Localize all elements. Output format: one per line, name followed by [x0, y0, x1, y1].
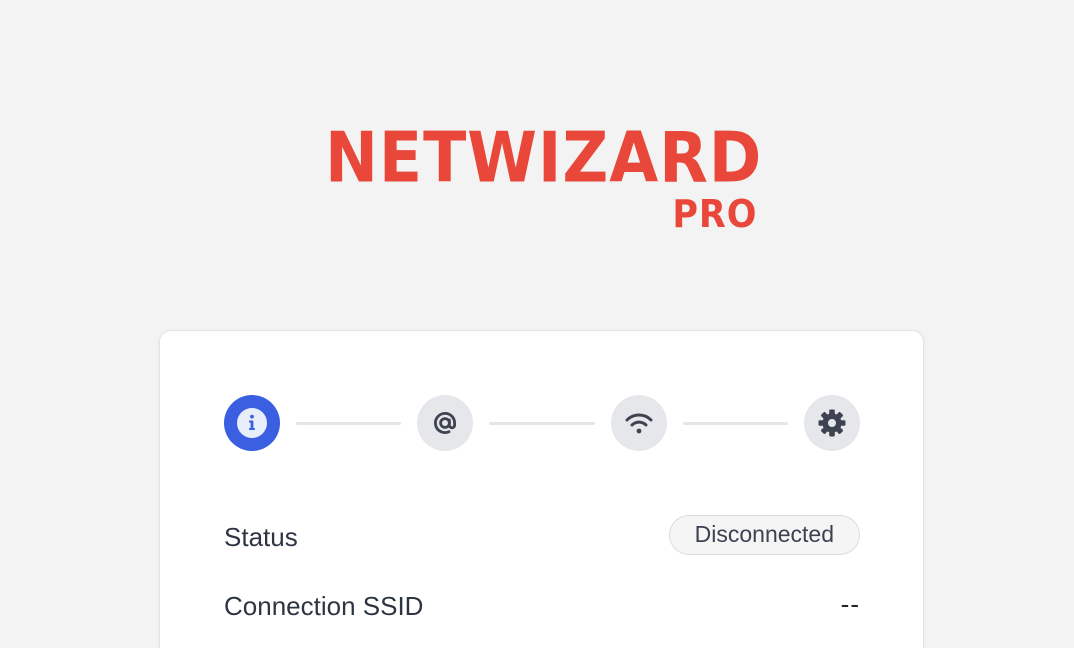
step-connector: [489, 422, 595, 425]
gear-icon: [818, 409, 846, 437]
wifi-icon: [625, 413, 653, 434]
status-badge: Disconnected: [668, 515, 860, 555]
step-info[interactable]: [224, 395, 280, 451]
step-wifi[interactable]: [611, 395, 667, 451]
setup-stepper: [224, 395, 860, 453]
app-logo: NETWIZARD PRO: [325, 117, 763, 236]
ssid-row: Connection SSID --: [224, 583, 860, 627]
info-icon: [237, 408, 267, 438]
step-settings[interactable]: [804, 395, 860, 451]
setup-card: Status Disconnected Connection SSID --: [159, 330, 924, 648]
page: NETWIZARD PRO Status Disconnected Connec…: [0, 0, 1074, 648]
step-address[interactable]: [417, 395, 473, 451]
step-connector: [683, 422, 788, 425]
status-row: Status Disconnected: [224, 514, 860, 558]
logo-edition: PRO: [671, 192, 757, 236]
status-label: Status: [224, 522, 298, 552]
step-connector: [296, 422, 401, 425]
ssid-value: --: [840, 589, 860, 619]
logo-wordmark: NETWIZARD: [325, 117, 763, 199]
ssid-label: Connection SSID: [224, 591, 424, 621]
at-sign-icon: [434, 411, 457, 434]
